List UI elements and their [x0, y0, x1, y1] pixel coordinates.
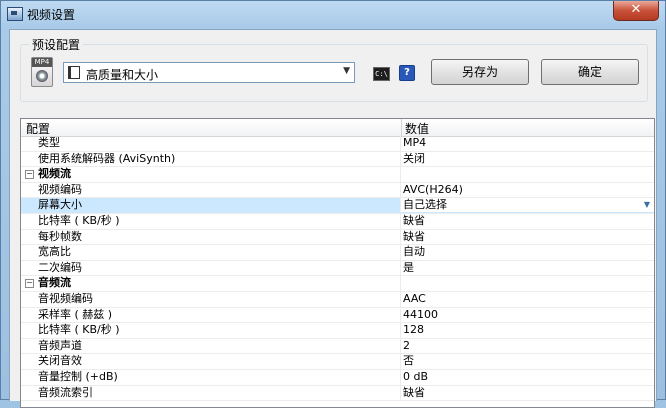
property-value[interactable]: 2: [403, 339, 410, 353]
column-divider: [400, 245, 401, 260]
command-line-icon[interactable]: C:\: [373, 67, 390, 81]
column-header-config[interactable]: 配置: [26, 120, 50, 137]
property-row[interactable]: 音频流索引 缺省: [21, 385, 654, 402]
property-value[interactable]: AVC(H264): [403, 183, 463, 197]
property-name: 类型: [38, 136, 60, 149]
window-title: 视频设置: [27, 8, 76, 22]
property-name: 音频声道: [38, 338, 82, 352]
disc-icon: [36, 70, 48, 82]
column-divider: [400, 229, 401, 245]
preset-group-label: 预设配置: [29, 36, 84, 53]
property-name: 音量控制 (+dB): [38, 369, 118, 383]
property-row[interactable]: 视频编码 AVC(H264): [21, 182, 654, 199]
property-row[interactable]: 音量控制 (+dB) 0 dB: [21, 369, 654, 386]
property-name: 比特率 ( KB/秒 ): [38, 213, 120, 227]
column-divider: [400, 307, 401, 323]
property-name: 音视频编码: [38, 291, 93, 305]
column-divider: [400, 276, 401, 291]
column-divider: [400, 182, 401, 198]
save-as-button[interactable]: 另存为: [431, 59, 529, 85]
property-row[interactable]: 宽高比 自动: [21, 245, 654, 261]
property-value[interactable]: 是: [403, 261, 414, 275]
property-name: 音频流: [38, 276, 71, 290]
column-divider: [400, 136, 401, 151]
close-button[interactable]: ✕: [613, 1, 659, 21]
property-name: 关闭音效: [38, 354, 82, 368]
property-value[interactable]: 缺省: [403, 214, 425, 228]
property-name: 屏幕大小: [38, 198, 82, 212]
column-divider: [400, 354, 401, 369]
property-row[interactable]: 屏幕大小 自己选择 ▼: [21, 198, 654, 214]
column-divider: [400, 167, 401, 182]
property-value[interactable]: 自己选择: [401, 198, 654, 213]
help-icon[interactable]: ?: [399, 65, 415, 81]
property-row[interactable]: 关闭音效 否: [21, 354, 654, 370]
property-value[interactable]: 否: [403, 354, 414, 368]
column-divider: [400, 260, 401, 276]
column-divider[interactable]: [401, 119, 402, 136]
property-name: 宽高比: [38, 245, 71, 259]
property-name: 二次编码: [38, 260, 82, 274]
property-row[interactable]: 类型 MP4: [21, 136, 654, 152]
property-name: 音频流索引: [38, 385, 93, 399]
column-divider: [400, 213, 401, 229]
preset-dropdown-value: 高质量和大小: [86, 68, 159, 82]
property-row[interactable]: 比特率 ( KB/秒 ) 缺省: [21, 213, 654, 230]
property-value[interactable]: 缺省: [403, 230, 425, 244]
property-row[interactable]: 每秒帧数 缺省: [21, 229, 654, 246]
grid-rows: 类型 MP4 使用系统解码器 (AviSynth) 关闭 − 视频流 视频编码 AVC(H26…: [21, 136, 654, 402]
property-name: 每秒帧数: [38, 229, 82, 243]
property-row[interactable]: 使用系统解码器 (AviSynth) 关闭: [21, 151, 654, 168]
dialog-body: 预设配置 MP4 高质量和大小 ▼ C:\ ? 另存为 确定 配置 数值 类型 M…: [9, 29, 657, 408]
ok-button[interactable]: 确定: [541, 59, 639, 85]
property-name: 使用系统解码器 (AviSynth): [38, 151, 176, 165]
column-divider: [400, 338, 401, 354]
mp4-file-icon-text: MP4: [32, 58, 52, 67]
preset-group: 预设配置 MP4 高质量和大小 ▼ C:\ ? 另存为 确定: [20, 36, 648, 102]
video-settings-window: 视频设置 ✕ 预设配置 MP4 高质量和大小 ▼ C:\ ? 另存为 确定 配置: [0, 0, 666, 408]
property-name: 视频流: [38, 167, 71, 181]
chevron-down-icon[interactable]: ▼: [343, 66, 350, 76]
property-row[interactable]: 音频声道 2: [21, 338, 654, 355]
property-value[interactable]: 缺省: [403, 386, 425, 400]
film-icon: [68, 66, 80, 79]
column-divider: [400, 323, 401, 338]
collapse-toggle-icon[interactable]: −: [25, 279, 34, 289]
property-value[interactable]: MP4: [403, 136, 426, 150]
collapse-toggle-icon[interactable]: −: [25, 170, 34, 180]
property-name: 比特率 ( KB/秒 ): [38, 323, 120, 337]
property-row[interactable]: 音视频编码 AAC: [21, 291, 654, 308]
column-divider: [400, 369, 401, 385]
property-row[interactable]: 采样率 ( 赫兹 ) 44100: [21, 307, 654, 324]
column-divider: [400, 151, 401, 167]
mp4-file-icon: MP4: [31, 57, 53, 87]
property-row[interactable]: 二次编码 是: [21, 260, 654, 277]
property-value[interactable]: AAC: [403, 292, 426, 306]
property-value[interactable]: 自动: [403, 245, 425, 259]
property-value[interactable]: 关闭: [403, 152, 425, 166]
property-value[interactable]: 44100: [403, 308, 438, 322]
category-row[interactable]: − 视频流: [21, 167, 654, 183]
column-divider: [400, 291, 401, 307]
property-name: 采样率 ( 赫兹 ): [38, 307, 113, 321]
property-name: 视频编码: [38, 182, 82, 196]
column-header-value[interactable]: 数值: [405, 120, 429, 137]
title-bar[interactable]: 视频设置 ✕: [1, 1, 665, 29]
column-divider: [400, 385, 401, 401]
property-value[interactable]: 0 dB: [403, 370, 428, 384]
preset-dropdown[interactable]: 高质量和大小 ▼: [63, 62, 355, 83]
property-row[interactable]: 比特率 ( KB/秒 ) 128: [21, 323, 654, 339]
property-grid: 配置 数值 类型 MP4 使用系统解码器 (AviSynth) 关闭 − 视频流 视频编码 A…: [20, 118, 655, 408]
app-icon: [7, 7, 23, 21]
property-value[interactable]: 128: [403, 323, 424, 337]
chevron-down-icon[interactable]: ▼: [644, 198, 650, 212]
grid-header: 配置 数值: [21, 119, 654, 137]
category-row[interactable]: − 音频流: [21, 276, 654, 292]
